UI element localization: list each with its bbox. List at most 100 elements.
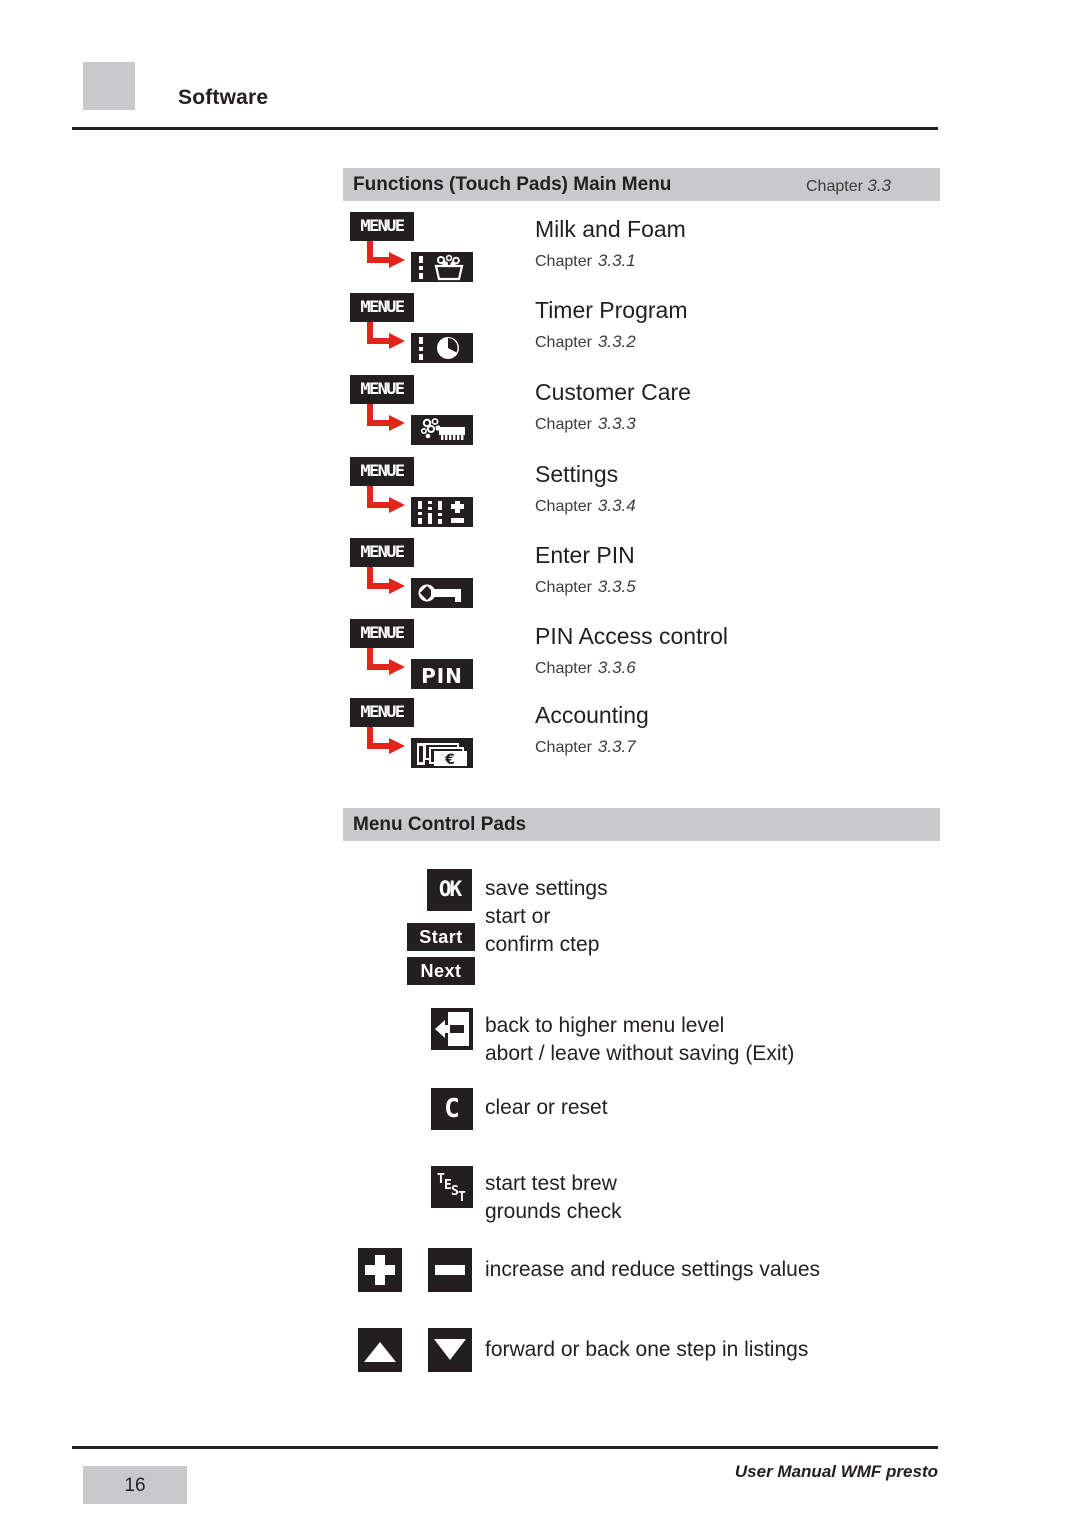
menue-pad-label: MENUE	[360, 542, 405, 561]
test-brew-icon: T E S T	[431, 1166, 473, 1208]
header-divider	[72, 127, 938, 130]
up-down-desc: forward or back one step in listings	[485, 1338, 809, 1361]
ok-desc-line-1: save settings	[485, 877, 608, 900]
plus-pad[interactable]	[358, 1248, 402, 1292]
chapter-number: 3.3	[867, 176, 892, 195]
up-pad[interactable]	[358, 1328, 402, 1372]
flow-arrow-icon	[367, 241, 409, 269]
menue-pad[interactable]: MENUE	[350, 212, 414, 241]
chapter-word: Chapter	[806, 178, 863, 195]
flow-arrow-icon	[367, 648, 409, 676]
flow-arrow-icon	[367, 486, 409, 514]
chapter-word: Chapter	[535, 660, 592, 677]
plus-icon	[358, 1248, 402, 1292]
back-desc-line-2: abort / leave without saving (Exit)	[485, 1042, 795, 1065]
ok-desc-line-3: confirm ctep	[485, 933, 600, 956]
section-title-functions: Functions (Touch Pads) Main Menu	[353, 174, 672, 195]
chapter-word: Chapter	[535, 498, 592, 515]
test-pad[interactable]: T E S T	[431, 1166, 473, 1208]
page-header: Software	[0, 0, 1080, 135]
chapter-word: Chapter	[535, 416, 592, 433]
test-desc-line-1: start test brew	[485, 1172, 617, 1195]
ok-pad[interactable]: OK	[427, 869, 472, 911]
menue-pad-label: MENUE	[360, 702, 405, 721]
svg-text:T: T	[458, 1190, 466, 1205]
euro-notes-icon[interactable]: €	[411, 738, 473, 768]
flow-arrow-icon	[367, 404, 409, 432]
page-number-box: 16	[83, 1466, 187, 1504]
down-pad[interactable]	[428, 1328, 472, 1372]
plus-minus-desc: increase and reduce settings values	[485, 1258, 821, 1281]
menu-item-chapter: Chapter 3.3.5	[535, 577, 636, 597]
menue-pad[interactable]: MENUE	[350, 538, 414, 567]
section-chapter-functions: Chapter 3.3	[806, 176, 891, 196]
menu-item-label: Customer Care	[535, 379, 691, 405]
section-title-control-pads: Menu Control Pads	[353, 814, 527, 835]
menu-item-row: MENUE € Accounting Chapter 3.3.7	[343, 698, 943, 779]
minus-pad[interactable]	[428, 1248, 472, 1292]
chapter-number: 3.3.3	[597, 414, 636, 433]
pin-text-icon[interactable]: PIN	[411, 659, 473, 689]
footer-manual-title: User Manual WMF presto	[734, 1462, 938, 1481]
start-pad[interactable]: Start	[407, 923, 475, 951]
menue-pad-label: MENUE	[360, 297, 405, 316]
back-arrow-icon	[431, 1008, 473, 1050]
menu-item-chapter: Chapter 3.3.1	[535, 251, 636, 271]
timer-clock-icon[interactable]	[411, 333, 473, 363]
chapter-number: 3.3.6	[597, 658, 636, 677]
sliders-icon[interactable]	[411, 497, 473, 527]
menu-item-row: MENUE PIN PIN Access control Chapter 3.3.6	[343, 619, 943, 700]
triangle-down-icon	[428, 1328, 472, 1372]
key-icon[interactable]	[411, 578, 473, 608]
menu-item-row: MENUE Milk and Foam Chapter 3.3.1	[343, 212, 943, 293]
menue-pad-label: MENUE	[360, 216, 405, 235]
page-title: Software	[178, 86, 269, 109]
next-pad[interactable]: Next	[407, 957, 475, 985]
menue-pad[interactable]: MENUE	[350, 457, 414, 486]
section-header-functions: Functions (Touch Pads) Main Menu Chapter…	[343, 168, 940, 201]
menu-item-chapter: Chapter 3.3.4	[535, 496, 636, 516]
chapter-number: 3.3.7	[597, 737, 636, 756]
menue-pad[interactable]: MENUE	[350, 375, 414, 404]
ok-desc-line-2: start or	[485, 905, 551, 928]
ok-pad-label: OK	[438, 877, 462, 901]
triangle-up-icon	[358, 1328, 402, 1372]
cup-brush-icon[interactable]	[411, 415, 473, 445]
menu-item-label: Timer Program	[535, 297, 688, 323]
milk-foam-icon[interactable]	[411, 252, 473, 282]
menu-item-chapter: Chapter 3.3.7	[535, 737, 636, 757]
menu-item-label: PIN Access control	[535, 623, 729, 649]
chapter-word: Chapter	[535, 579, 592, 596]
chapter-number: 3.3.2	[597, 332, 636, 351]
menu-item-label: Enter PIN	[535, 542, 635, 568]
menu-item-chapter: Chapter 3.3.2	[535, 332, 636, 352]
menue-pad-label: MENUE	[360, 623, 405, 642]
clear-pad[interactable]: C	[431, 1088, 473, 1130]
menue-pad[interactable]: MENUE	[350, 698, 414, 727]
back-desc-line-1: back to higher menu level	[485, 1014, 725, 1037]
menue-pad[interactable]: MENUE	[350, 619, 414, 648]
flow-arrow-icon	[367, 567, 409, 595]
svg-text:€: €	[444, 752, 455, 768]
menu-item-row: MENUE Customer Care Chapter 3.3.3	[343, 375, 943, 456]
flow-arrow-icon	[367, 322, 409, 350]
chapter-word: Chapter	[535, 334, 592, 351]
menu-item-chapter: Chapter 3.3.6	[535, 658, 636, 678]
header-color-swatch	[83, 62, 135, 110]
menu-item-label: Settings	[535, 461, 619, 487]
menue-pad-label: MENUE	[360, 379, 405, 398]
chapter-number: 3.3.1	[597, 251, 636, 270]
test-desc-line-2: grounds check	[485, 1200, 622, 1223]
chapter-number: 3.3.4	[597, 496, 636, 515]
menu-item-row: MENUE Timer Program Chapter 3.3.2	[343, 293, 943, 374]
clear-pad-label: C	[444, 1094, 460, 1124]
menu-item-label: Accounting	[535, 702, 649, 728]
chapter-word: Chapter	[535, 253, 592, 270]
menu-item-label: Milk and Foam	[535, 216, 686, 242]
menue-pad[interactable]: MENUE	[350, 293, 414, 322]
minus-icon	[428, 1248, 472, 1292]
page-number: 16	[124, 1475, 146, 1496]
back-pad[interactable]	[431, 1008, 473, 1050]
menu-item-row: MENUE Enter PIN Chapter 3.3.5	[343, 538, 943, 619]
clear-desc: clear or reset	[485, 1096, 608, 1119]
